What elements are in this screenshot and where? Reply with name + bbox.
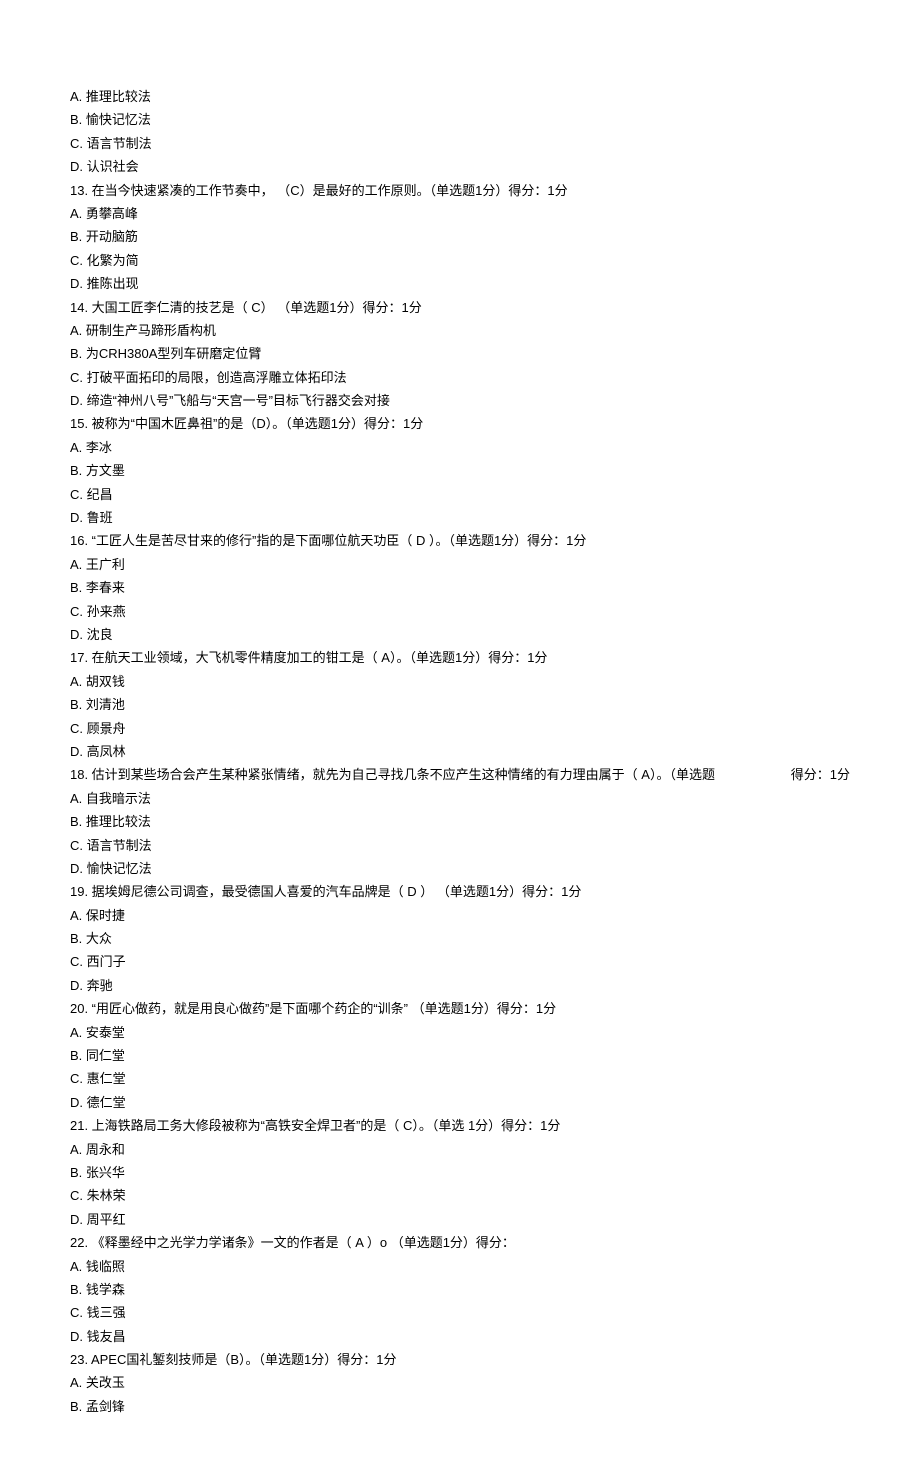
q23-option-a: A. 关改玉 bbox=[70, 1371, 850, 1394]
q20-option-d: D. 德仁堂 bbox=[70, 1091, 850, 1114]
q19-option-a: A. 保时捷 bbox=[70, 904, 850, 927]
q18-option-b: B. 推理比较法 bbox=[70, 810, 850, 833]
q18-option-c: C. 语言节制法 bbox=[70, 834, 850, 857]
q17-stem: 17. 在航天工业领域，大飞机零件精度加工的钳工是（ A）。（单选题1分）得分：… bbox=[70, 646, 850, 669]
q15-option-b: B. 方文墨 bbox=[70, 459, 850, 482]
q17-option-d: D. 高凤林 bbox=[70, 740, 850, 763]
q21-option-b: B. 张兴华 bbox=[70, 1161, 850, 1184]
q15-option-a: A. 李冰 bbox=[70, 436, 850, 459]
q14-option-a: A. 研制生产马蹄形盾构机 bbox=[70, 319, 850, 342]
q19-option-c: C. 西门子 bbox=[70, 950, 850, 973]
q14-option-c: C. 打破平面拓印的局限，创造高浮雕立体拓印法 bbox=[70, 366, 850, 389]
q13-stem: 13. 在当今快速紧凑的工作节奏中， （C）是最好的工作原则。（单选题1分）得分… bbox=[70, 179, 850, 202]
q14-option-b: B. 为CRH380A型列车研磨定位臂 bbox=[70, 342, 850, 365]
q21-stem: 21. 上海铁路局工务大修段被称为“高铁安全焊卫者”的是（ C）。（单选 1分）… bbox=[70, 1114, 850, 1137]
q20-option-a: A. 安泰堂 bbox=[70, 1021, 850, 1044]
q18-option-d: D. 愉快记忆法 bbox=[70, 857, 850, 880]
q22-stem: 22. 《释墨经中之光学力学诸条》一文的作者是（ A ）o （单选题1分）得分： bbox=[70, 1231, 850, 1254]
q12-option-c: C. 语言节制法 bbox=[70, 132, 850, 155]
q17-option-a: A. 胡双钱 bbox=[70, 670, 850, 693]
q16-stem: 16. “工匠人生是苦尽甘来的修行”指的是下面哪位航天功臣（ D ）。（单选题1… bbox=[70, 529, 850, 552]
q22-option-d: D. 钱友昌 bbox=[70, 1325, 850, 1348]
q12-option-b: B. 愉快记忆法 bbox=[70, 108, 850, 131]
q19-option-b: B. 大众 bbox=[70, 927, 850, 950]
q19-stem: 19. 据埃姆尼德公司调查，最受德国人喜爱的汽车品牌是（ D ） （单选题1分）… bbox=[70, 880, 850, 903]
q15-option-c: C. 纪昌 bbox=[70, 483, 850, 506]
q20-option-c: C. 惠仁堂 bbox=[70, 1067, 850, 1090]
q23-stem: 23. APEC国礼錾刻技师是（B）。（单选题1分）得分：1分 bbox=[70, 1348, 850, 1371]
q21-option-c: C. 朱林荣 bbox=[70, 1184, 850, 1207]
q12-option-d: D. 认识社会 bbox=[70, 155, 850, 178]
q22-option-a: A. 钱临照 bbox=[70, 1255, 850, 1278]
q16-option-c: C. 孙来燕 bbox=[70, 600, 850, 623]
q20-option-b: B. 同仁堂 bbox=[70, 1044, 850, 1067]
q18-trailing-score: 得分：1分 bbox=[791, 763, 850, 786]
q22-option-b: B. 钱学森 bbox=[70, 1278, 850, 1301]
q14-stem: 14. 大国工匠李仁清的技艺是（ C） （单选题1分）得分：1分 bbox=[70, 296, 850, 319]
q17-option-b: B. 刘清池 bbox=[70, 693, 850, 716]
q21-option-d: D. 周平红 bbox=[70, 1208, 850, 1231]
q12-option-a: A. 推理比较法 bbox=[70, 85, 850, 108]
q15-option-d: D. 鲁班 bbox=[70, 506, 850, 529]
q13-option-a: A. 勇攀高峰 bbox=[70, 202, 850, 225]
q13-option-b: B. 开动脑筋 bbox=[70, 225, 850, 248]
q18-option-a: A. 自我暗示法 bbox=[70, 787, 850, 810]
q23-option-b: B. 孟剑锋 bbox=[70, 1395, 850, 1418]
q22-option-c: C. 钱三强 bbox=[70, 1301, 850, 1324]
q14-option-d: D. 缔造“神州八号”飞船与“天宫一号”目标飞行器交会对接 bbox=[70, 389, 850, 412]
q16-option-a: A. 王广利 bbox=[70, 553, 850, 576]
q16-option-b: B. 李春来 bbox=[70, 576, 850, 599]
q19-option-d: D. 奔驰 bbox=[70, 974, 850, 997]
q16-option-d: D. 沈良 bbox=[70, 623, 850, 646]
q18-stem: 18. 估计到某些场合会产生某种紧张情绪，就先为自己寻找几条不应产生这种情绪的有… bbox=[70, 763, 715, 786]
q13-option-c: C. 化繁为简 bbox=[70, 249, 850, 272]
q17-option-c: C. 顾景舟 bbox=[70, 717, 850, 740]
q21-option-a: A. 周永和 bbox=[70, 1138, 850, 1161]
q13-option-d: D. 推陈出现 bbox=[70, 272, 850, 295]
q20-stem: 20. “用匠心做药，就是用良心做药”是下面哪个药企的“训条” （单选题1分）得… bbox=[70, 997, 850, 1020]
q15-stem: 15. 被称为“中国木匠鼻祖”的是（D）。（单选题1分）得分：1分 bbox=[70, 412, 850, 435]
q18-row: 18. 估计到某些场合会产生某种紧张情绪，就先为自己寻找几条不应产生这种情绪的有… bbox=[70, 763, 850, 786]
